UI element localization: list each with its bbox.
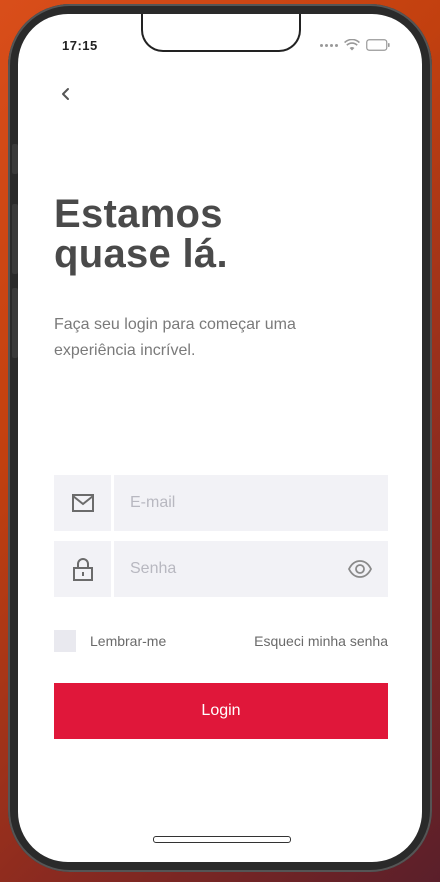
title-line-1: Estamos: [54, 192, 223, 236]
mail-icon: [71, 494, 94, 512]
status-time: 17:15: [62, 38, 98, 53]
password-field-icon-box: [54, 541, 111, 597]
remember-row: Lembrar-me Esqueci minha senha: [54, 629, 388, 653]
battery-icon: [366, 39, 390, 51]
wifi-icon: [344, 39, 360, 51]
email-input[interactable]: [114, 475, 388, 531]
lock-icon: [72, 558, 93, 581]
page-subtitle: Faça seu login para começar uma experiên…: [54, 316, 296, 359]
app-screen: 17:15 Estamos quase lá. Faça seu login p…: [18, 14, 422, 862]
email-field-icon-box: [54, 475, 111, 531]
forgot-password-link[interactable]: Esqueci minha senha: [254, 633, 388, 649]
login-button[interactable]: Login: [54, 683, 388, 739]
title-line-2: quase lá.: [54, 232, 228, 276]
home-indicator: [153, 836, 291, 843]
chevron-left-icon: [62, 88, 69, 100]
status-icons: [320, 39, 390, 51]
password-input-wrap: [114, 541, 388, 597]
password-input[interactable]: [114, 541, 388, 597]
signal-icon: [320, 43, 338, 47]
page-title: Estamos quase lá.: [54, 194, 228, 274]
eye-icon: [347, 560, 373, 578]
email-input-wrap: [114, 475, 388, 531]
remember-me-checkbox[interactable]: [54, 630, 76, 652]
toggle-password-visibility-button[interactable]: [347, 557, 373, 581]
back-button[interactable]: [54, 82, 78, 106]
remember-me-label[interactable]: Lembrar-me: [90, 633, 166, 649]
notch: [141, 14, 301, 52]
email-field-group: [54, 475, 388, 531]
password-field-group: [54, 541, 388, 597]
